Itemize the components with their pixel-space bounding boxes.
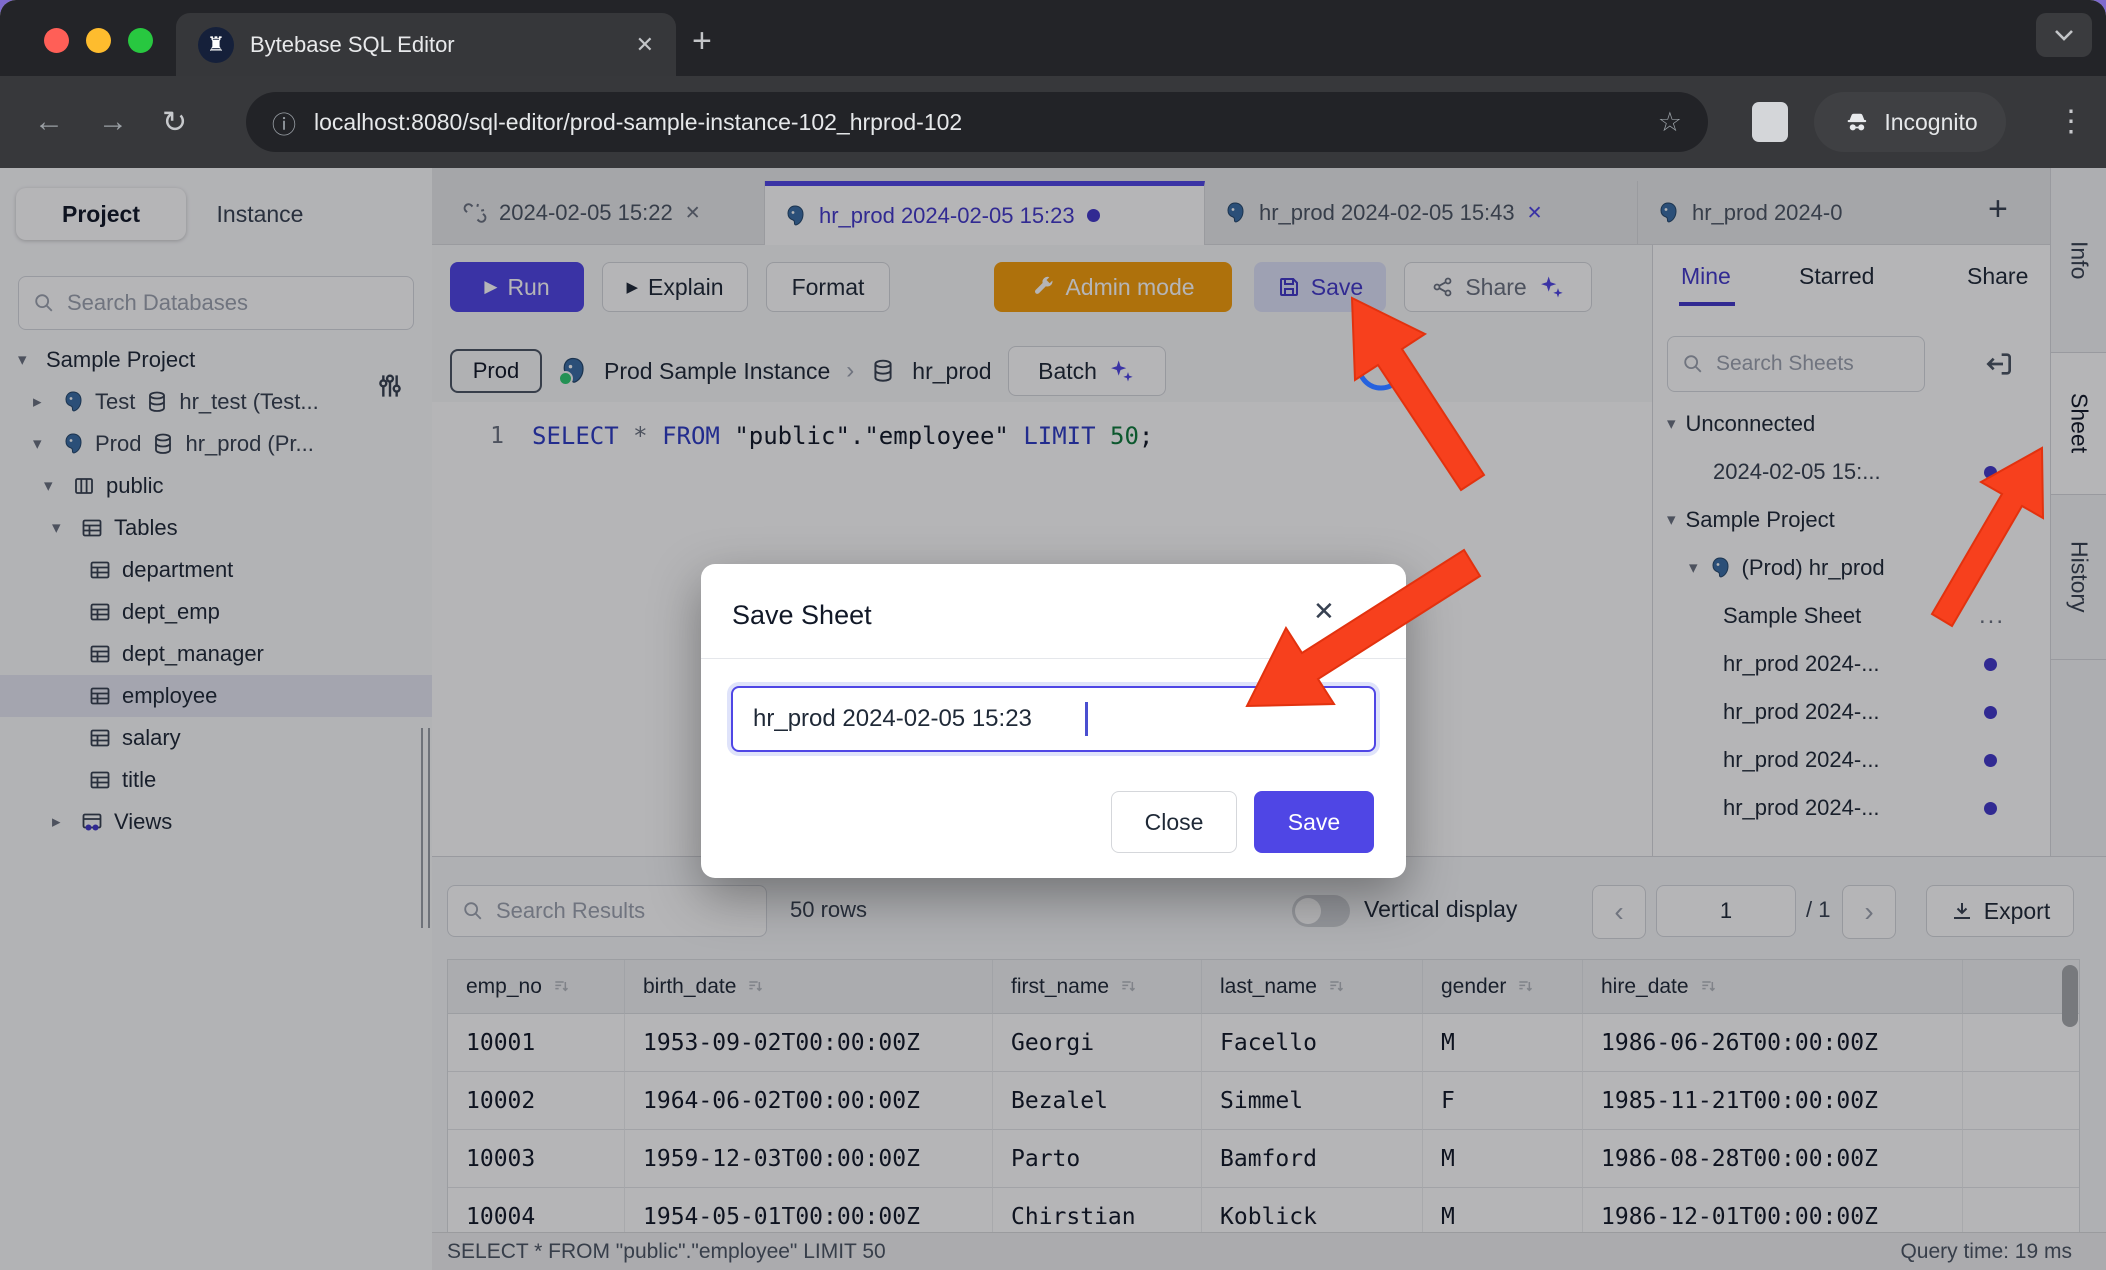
macos-close-button[interactable] bbox=[44, 28, 69, 53]
forward-icon[interactable]: → bbox=[98, 105, 128, 139]
text-caret bbox=[1085, 702, 1088, 736]
macos-zoom-button[interactable] bbox=[128, 28, 153, 53]
address-bar[interactable]: ⓘ localhost:8080/sql-editor/prod-sample-… bbox=[246, 92, 1708, 152]
tab-search-button[interactable] bbox=[2036, 13, 2092, 57]
macos-minimize-button[interactable] bbox=[86, 28, 111, 53]
incognito-badge: Incognito bbox=[1814, 92, 2006, 152]
url-text: localhost:8080/sql-editor/prod-sample-in… bbox=[314, 109, 1640, 136]
close-icon[interactable]: ✕ bbox=[636, 32, 654, 58]
sheet-name-input[interactable] bbox=[733, 705, 1374, 733]
save-sheet-dialog: Save Sheet ✕ Close Save bbox=[701, 564, 1406, 878]
dialog-divider bbox=[701, 658, 1406, 659]
reload-icon[interactable]: ↻ bbox=[162, 105, 187, 140]
browser-menu-icon[interactable]: ⋮ bbox=[2056, 104, 2086, 139]
close-label: Close bbox=[1145, 809, 1204, 836]
browser-tab-title: Bytebase SQL Editor bbox=[250, 32, 620, 58]
save-label: Save bbox=[1288, 809, 1340, 836]
side-panel-icon[interactable] bbox=[1752, 102, 1788, 142]
dialog-save-button[interactable]: Save bbox=[1254, 791, 1374, 853]
bookmark-star-icon[interactable]: ☆ bbox=[1658, 107, 1682, 138]
back-icon[interactable]: ← bbox=[34, 105, 64, 139]
chevron-down-icon bbox=[2054, 28, 2074, 42]
browser-tab[interactable]: ♜ Bytebase SQL Editor ✕ bbox=[176, 13, 676, 76]
browser-window: ♜ Bytebase SQL Editor ✕ + ← → ↻ ⓘ localh… bbox=[0, 0, 2106, 1270]
sheet-name-field[interactable] bbox=[731, 686, 1376, 752]
bytebase-favicon: ♜ bbox=[198, 27, 234, 63]
browser-titlebar: ♜ Bytebase SQL Editor ✕ + bbox=[0, 0, 2106, 76]
dialog-close-button[interactable]: Close bbox=[1111, 791, 1237, 853]
incognito-icon bbox=[1842, 108, 1872, 136]
site-info-icon[interactable]: ⓘ bbox=[272, 105, 296, 140]
dialog-title: Save Sheet bbox=[732, 600, 872, 631]
new-tab-button[interactable]: + bbox=[692, 22, 712, 61]
incognito-label: Incognito bbox=[1884, 109, 1977, 136]
close-icon[interactable]: ✕ bbox=[1313, 596, 1335, 627]
